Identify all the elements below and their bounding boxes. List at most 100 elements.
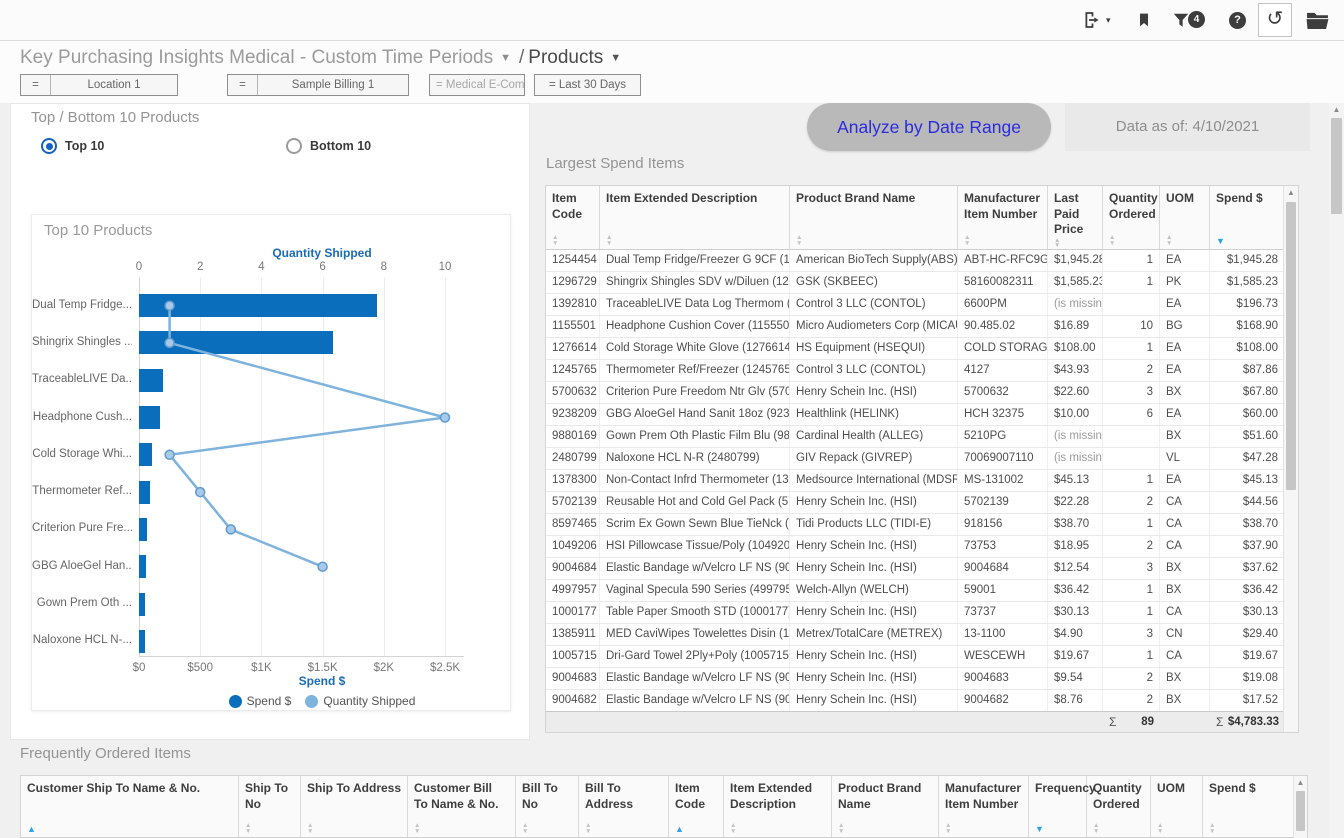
table-row[interactable]: 1385911MED CaviWipes Towelettes Disin (1…	[546, 624, 1298, 646]
spend-bar[interactable]	[139, 593, 145, 616]
spend-bar[interactable]	[139, 369, 163, 392]
table-row[interactable]: 1254454Dual Temp Fridge/Freezer G 9CF (1…	[546, 250, 1298, 272]
column-header-7[interactable]: Spend $▼	[1210, 186, 1285, 249]
column-header-5[interactable]: Bill To Address▲▼	[579, 776, 669, 837]
column-header-9[interactable]: Manufacturer Item Number▲▼	[939, 776, 1029, 837]
table-scrollbar[interactable]: ▲	[1293, 776, 1307, 838]
table-row[interactable]: 1245765Thermometer Ref/Freezer (1245765)…	[546, 360, 1298, 382]
column-header-1[interactable]: Item Extended Description▲▼	[600, 186, 790, 249]
spend-bar[interactable]	[139, 443, 152, 466]
spend-bar[interactable]	[139, 555, 146, 578]
radio-circle-icon[interactable]	[286, 138, 302, 154]
table-row[interactable]: 9004683Elastic Bandage w/Velcro LF NS (9…	[546, 668, 1298, 690]
spend-bar[interactable]	[139, 406, 160, 429]
refresh-button[interactable]: ↺	[1258, 3, 1292, 37]
analyze-by-date-range-button[interactable]: Analyze by Date Range	[807, 103, 1051, 151]
page-scrollbar[interactable]: ▲	[1329, 103, 1344, 838]
sort-control-icon[interactable]: ▲▼	[1109, 235, 1153, 246]
sort-asc-icon[interactable]: ▲	[675, 825, 717, 834]
table-row[interactable]: 9880169Gown Prem Oth Plastic Film Blu (9…	[546, 426, 1298, 448]
sort-control-icon[interactable]: ▲▼	[307, 823, 401, 834]
sort-control-icon[interactable]: ▲▼	[245, 823, 294, 834]
radio-top-10[interactable]: Top 10	[41, 138, 104, 154]
sort-control-icon[interactable]: ▲▼	[796, 235, 951, 246]
column-header-7[interactable]: Item Extended Description▲▼	[724, 776, 832, 837]
sort-control-icon[interactable]: ▲▼	[1054, 238, 1096, 249]
folder-icon[interactable]	[1306, 11, 1329, 30]
bookmark-icon[interactable]	[1136, 10, 1152, 30]
radio-circle-icon[interactable]	[41, 138, 57, 154]
page-select[interactable]: Products	[528, 47, 603, 68]
table-row[interactable]: 5700632Criterion Pure Freedom Ntr Glv (5…	[546, 382, 1298, 404]
table-scrollbar-thumb[interactable]	[1286, 202, 1296, 490]
column-header-8[interactable]: Product Brand Name▲▼	[832, 776, 939, 837]
spend-bar[interactable]	[139, 331, 333, 354]
table-row[interactable]: 1296729Shingrix Shingles SDV w/Diluen (1…	[546, 272, 1298, 294]
table-row[interactable]: 1378300Non-Contact Infrd Thermometer (13…	[546, 470, 1298, 492]
table-row[interactable]: 9004684Elastic Bandage w/Velcro LF NS (9…	[546, 558, 1298, 580]
column-header-13[interactable]: Spend $▲▼	[1203, 776, 1295, 837]
sort-control-icon[interactable]: ▲▼	[1166, 235, 1203, 246]
column-header-2[interactable]: Product Brand Name▲▼	[790, 186, 958, 249]
legend-item[interactable]: Quantity Shipped	[305, 694, 415, 708]
sort-control-icon[interactable]: ▲▼	[945, 823, 1022, 834]
column-header-1[interactable]: Ship To No▲▼	[239, 776, 301, 837]
report-title[interactable]: Key Purchasing Insights Medical - Custom…	[20, 47, 493, 68]
column-header-6[interactable]: UOM▲▼	[1160, 186, 1210, 249]
sort-asc-icon[interactable]: ▲	[27, 825, 232, 834]
column-header-10[interactable]: Frequency▼	[1029, 776, 1087, 837]
table-scrollbar-thumb[interactable]	[1296, 791, 1305, 831]
table-row[interactable]: 8597465Scrim Ex Gown Sewn Blue TieNck (8…	[546, 514, 1298, 536]
sort-control-icon[interactable]: ▲▼	[730, 823, 825, 834]
column-header-3[interactable]: Manufacturer Item Number▲▼	[958, 186, 1048, 249]
sort-control-icon[interactable]: ▲▼	[585, 823, 662, 834]
page-scrollbar-thumb[interactable]	[1331, 118, 1342, 214]
sort-desc-icon[interactable]: ▼	[1035, 825, 1080, 834]
scroll-up-icon[interactable]: ▲	[1329, 105, 1344, 114]
column-header-0[interactable]: Customer Ship To Name & No.▲	[21, 776, 239, 837]
spend-bar[interactable]	[139, 518, 147, 541]
table-scrollbar[interactable]: ▲	[1283, 186, 1298, 732]
scroll-up-icon[interactable]: ▲	[1294, 778, 1307, 787]
table-row[interactable]: 1005715Dri-Gard Towel 2Ply+Poly (1005715…	[546, 646, 1298, 668]
help-icon[interactable]: ?	[1229, 12, 1246, 29]
sort-control-icon[interactable]: ▲▼	[552, 235, 593, 246]
scroll-up-icon[interactable]: ▲	[1284, 188, 1298, 197]
sort-control-icon[interactable]: ▲▼	[1209, 823, 1288, 834]
legend-item[interactable]: Spend $	[229, 694, 292, 708]
spend-bar[interactable]	[139, 481, 150, 504]
column-header-2[interactable]: Ship To Address▲▼	[301, 776, 408, 837]
table-row[interactable]: 9238209GBG AloeGel Hand Sanit 18oz (9238…	[546, 404, 1298, 426]
sort-control-icon[interactable]: ▲▼	[606, 235, 783, 246]
report-caret-icon[interactable]: ▼	[500, 52, 511, 64]
page-caret-icon[interactable]: ▼	[610, 52, 621, 64]
spend-bar[interactable]	[139, 630, 145, 653]
sort-desc-icon[interactable]: ▼	[1216, 237, 1278, 246]
sort-control-icon[interactable]: ▲▼	[838, 823, 932, 834]
table-row[interactable]: 1049206HSI Pillowcase Tissue/Poly (10492…	[546, 536, 1298, 558]
column-header-5[interactable]: Quantity Ordered▲▼	[1103, 186, 1160, 249]
filter-chip-1[interactable]: =Location 1	[20, 74, 178, 96]
table-row[interactable]: 5702139Reusable Hot and Cold Gel Pack (5…	[546, 492, 1298, 514]
sort-control-icon[interactable]: ▲▼	[1093, 823, 1144, 834]
filter-chip-4[interactable]: = Last 30 Days	[534, 74, 641, 96]
column-header-3[interactable]: Customer Bill To Name & No.▲▼	[408, 776, 516, 837]
column-header-12[interactable]: UOM▲▼	[1151, 776, 1203, 837]
sort-control-icon[interactable]: ▲▼	[964, 235, 1041, 246]
radio-bottom-10[interactable]: Bottom 10	[286, 138, 371, 154]
filter-chip-3[interactable]: = Medical E-Comm...	[429, 74, 525, 96]
column-header-4[interactable]: Last Paid Price▲▼	[1048, 186, 1103, 249]
table-row[interactable]: 4997957Vaginal Specula 590 Series (49979…	[546, 580, 1298, 602]
table-row[interactable]: 1276614Cold Storage White Glove (1276614…	[546, 338, 1298, 360]
sort-control-icon[interactable]: ▲▼	[1157, 823, 1196, 834]
table-row[interactable]: 1392810TraceableLIVE Data Log Thermom (1…	[546, 294, 1298, 316]
export-icon[interactable]	[1082, 9, 1103, 31]
column-header-6[interactable]: Item Code▲	[669, 776, 724, 837]
table-row[interactable]: 1155501Headphone Cushion Cover (1155501)…	[546, 316, 1298, 338]
spend-bar[interactable]	[139, 294, 377, 317]
sort-control-icon[interactable]: ▲▼	[414, 823, 509, 834]
export-caret-icon[interactable]: ▾	[1106, 15, 1111, 26]
table-row[interactable]: 9004682Elastic Bandage w/Velcro LF NS (9…	[546, 690, 1298, 712]
filter-chip-2[interactable]: =Sample Billing 1	[227, 74, 409, 96]
table-row[interactable]: 1000177Table Paper Smooth STD (1000177)H…	[546, 602, 1298, 624]
